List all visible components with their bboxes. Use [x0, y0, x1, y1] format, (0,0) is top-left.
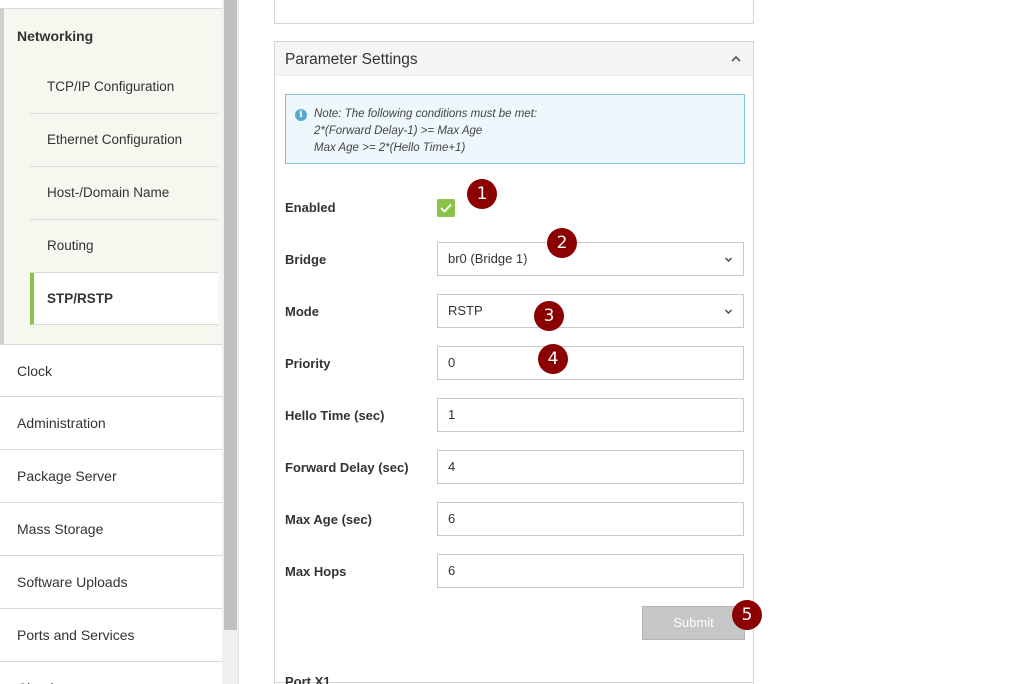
priority-input[interactable]: 0 — [437, 346, 744, 380]
note-line-2: 2*(Forward Delay-1) >= Max Age — [314, 125, 483, 137]
chevron-up-icon[interactable] — [729, 52, 743, 66]
sidebar-item-cloud[interactable]: Cloud — [0, 662, 222, 684]
port-x1-heading[interactable]: Port X1 — [285, 674, 331, 684]
panel-header[interactable]: Parameter Settings — [275, 42, 753, 76]
annotation-marker-5: 5 — [732, 600, 762, 630]
sidebar-item-hostname[interactable]: Host-/Domain Name — [30, 167, 218, 220]
sidebar: Networking TCP/IP Configuration Ethernet… — [0, 0, 222, 684]
note-text: Note: The following conditions must be m… — [314, 106, 537, 157]
mode-select[interactable]: RSTP — [437, 294, 744, 328]
parameter-settings-panel: Parameter Settings i Note: The following… — [274, 41, 754, 684]
sidebar-item-ports-services[interactable]: Ports and Services — [0, 609, 222, 662]
max-age-input[interactable]: 6 — [437, 502, 744, 536]
enabled-label: Enabled — [285, 200, 336, 215]
sidebar-item-stp-rstp[interactable]: STP/RSTP — [30, 273, 218, 325]
mode-label: Mode — [285, 304, 319, 319]
forward-delay-input[interactable]: 4 — [437, 450, 744, 484]
annotation-marker-3: 3 — [534, 301, 564, 331]
sidebar-item-mass-storage[interactable]: Mass Storage — [0, 503, 222, 556]
sidebar-item-package-server[interactable]: Package Server — [0, 450, 222, 503]
chevron-down-icon — [725, 309, 732, 314]
enabled-checkbox[interactable] — [437, 199, 455, 217]
max-hops-label: Max Hops — [285, 564, 347, 579]
note-line-1: Note: The following conditions must be m… — [314, 108, 538, 120]
sidebar-item-routing[interactable]: Routing — [30, 220, 218, 273]
annotation-marker-1: 1 — [467, 179, 497, 209]
priority-label: Priority — [285, 356, 331, 371]
sidebar-item-tcpip[interactable]: TCP/IP Configuration — [30, 61, 218, 114]
conditions-note: i Note: The following conditions must be… — [285, 94, 745, 164]
hello-time-label: Hello Time (sec) — [285, 408, 385, 423]
hello-time-input[interactable]: 1 — [437, 398, 744, 432]
previous-panel — [274, 0, 754, 24]
submit-button[interactable]: Submit — [642, 606, 745, 640]
sidebar-item-ethernet[interactable]: Ethernet Configuration — [30, 114, 218, 167]
scrollbar-thumb[interactable] — [224, 0, 237, 630]
panel-title: Parameter Settings — [285, 51, 418, 68]
annotation-marker-4: 4 — [538, 344, 568, 374]
mode-select-value: RSTP — [448, 303, 483, 318]
max-age-label: Max Age (sec) — [285, 512, 372, 527]
bridge-select-value: br0 (Bridge 1) — [448, 251, 528, 266]
sidebar-item-clock[interactable]: Clock — [0, 344, 222, 397]
sidebar-item-administration[interactable]: Administration — [0, 397, 222, 450]
chevron-down-icon — [725, 257, 732, 262]
info-icon: i — [295, 109, 307, 121]
note-line-3: Max Age >= 2*(Hello Time+1) — [314, 142, 466, 154]
sidebar-scrollbar[interactable] — [222, 0, 239, 684]
bridge-select[interactable]: br0 (Bridge 1) — [437, 242, 744, 276]
sidebar-item-software-uploads[interactable]: Software Uploads — [0, 556, 222, 609]
max-hops-input[interactable]: 6 — [437, 554, 744, 588]
forward-delay-label: Forward Delay (sec) — [285, 460, 409, 475]
section-divider — [275, 682, 753, 683]
annotation-marker-2: 2 — [547, 228, 577, 258]
sidebar-group-title[interactable]: Networking — [17, 28, 93, 44]
bridge-label: Bridge — [285, 252, 327, 267]
checkmark-icon — [440, 203, 452, 213]
